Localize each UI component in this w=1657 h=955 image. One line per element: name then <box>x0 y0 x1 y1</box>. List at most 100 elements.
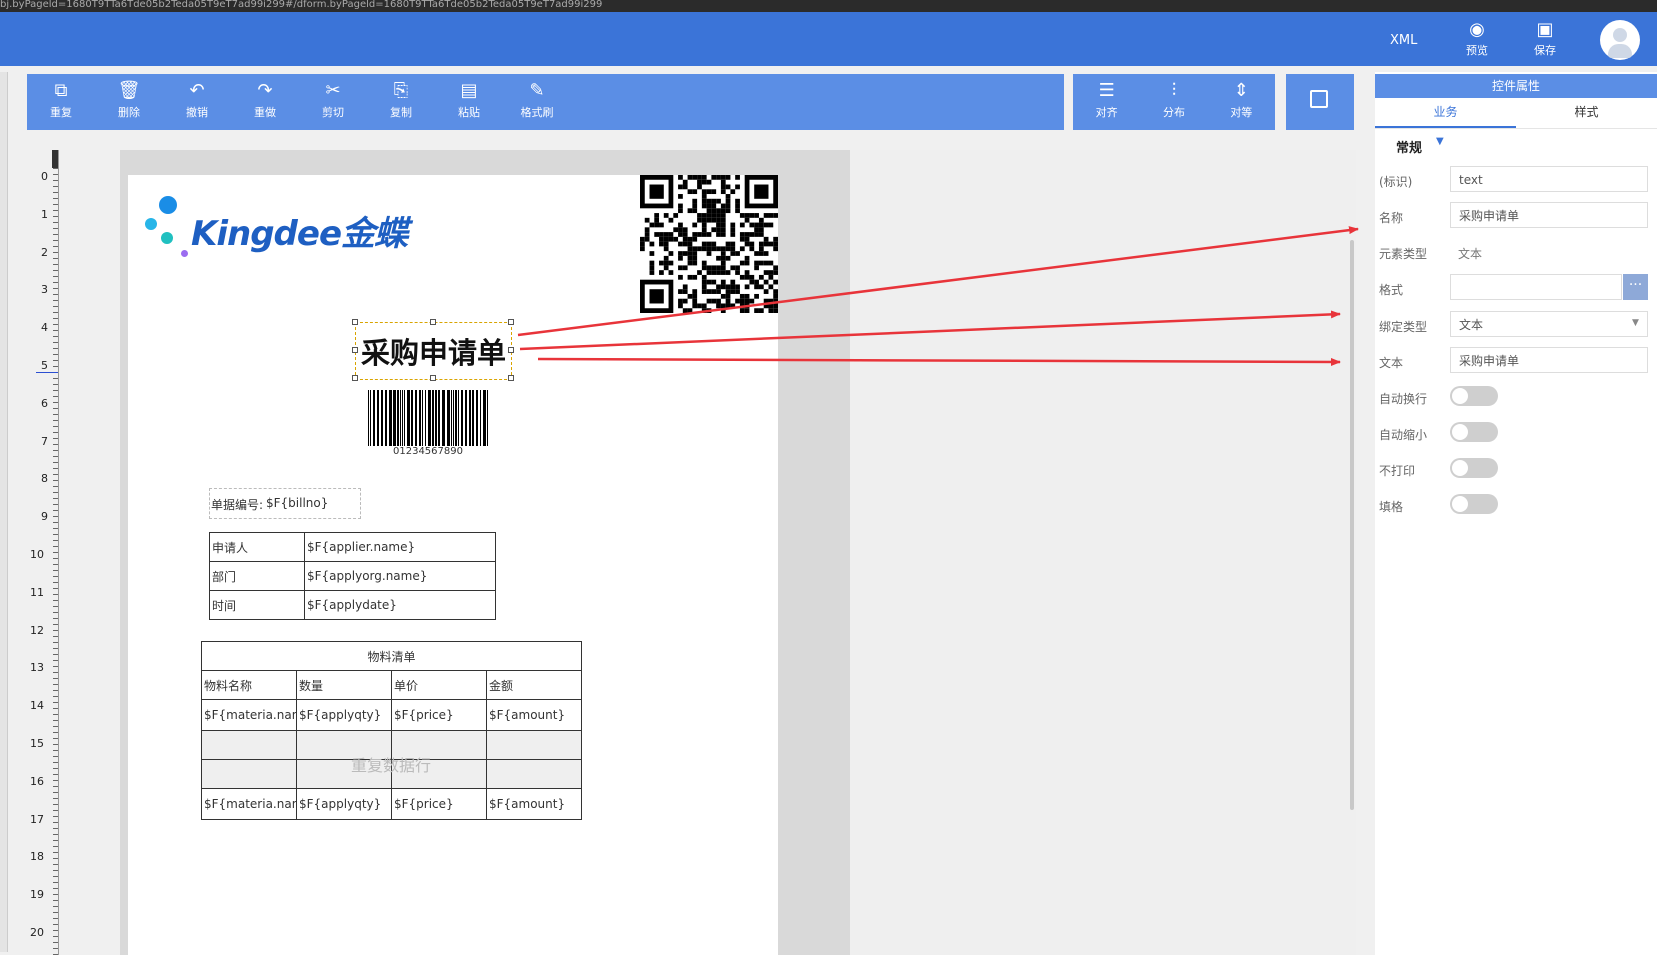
field-label: 绑定类型 <box>1379 320 1428 334</box>
qr-code[interactable] <box>640 175 778 313</box>
copy-button[interactable]: ⎘ 复制 <box>367 74 435 120</box>
format-input[interactable] <box>1450 274 1622 300</box>
table-cell[interactable]: 申请人 <box>209 532 305 562</box>
save-button[interactable]: ▣ 保存 <box>1518 20 1572 58</box>
table-cell[interactable]: $F{materia.name} <box>201 788 297 820</box>
table-cell[interactable]: $F{applier.name} <box>304 532 496 562</box>
material-table-title[interactable]: 物料清单 <box>200 641 583 671</box>
auto-wrap-toggle[interactable] <box>1450 386 1498 406</box>
table-row: $F{materia.name} $F{applyqty} $F{price} … <box>201 699 583 731</box>
ruler-number: 12 <box>30 623 44 637</box>
document-title[interactable]: 采购申请单 <box>355 330 512 372</box>
toggle-label: 填格 <box>1379 500 1404 514</box>
canvas-empty-area <box>850 150 1356 955</box>
column-header[interactable]: 金额 <box>485 670 583 700</box>
table-cell[interactable]: $F{applyqty} <box>296 699 392 731</box>
left-collapsed-sidebar[interactable] <box>0 72 8 952</box>
column-header[interactable]: 物料名称 <box>201 670 297 700</box>
table-cell[interactable]: $F{applyorg.name} <box>304 561 496 591</box>
resize-handle[interactable] <box>508 319 514 325</box>
cut-button[interactable]: ✂ 剪切 <box>299 74 367 120</box>
table-cell[interactable]: $F{price} <box>391 699 487 731</box>
text-input[interactable]: 采购申请单 <box>1450 347 1648 373</box>
copy-icon: ⎘ <box>393 80 409 101</box>
resize-handle[interactable] <box>352 347 358 353</box>
trash-icon: 🗑 <box>117 80 141 101</box>
table-cell[interactable]: $F{price} <box>391 788 487 820</box>
column-header[interactable]: 单价 <box>391 670 487 700</box>
resize-handle[interactable] <box>508 375 514 381</box>
chevron-down-icon[interactable]: ▼ <box>1632 318 1639 328</box>
table-cell[interactable]: $F{amount} <box>485 699 583 731</box>
distribute-button[interactable]: ⫶ 分布 <box>1140 74 1207 130</box>
align-button[interactable]: ☰ 对齐 <box>1073 74 1140 130</box>
format-brush-button[interactable]: ✎ 格式刷 <box>503 74 571 120</box>
table-cell[interactable]: $F{applyqty} <box>296 788 392 820</box>
logo-dot-teal <box>161 232 173 244</box>
ruler-number: 19 <box>30 888 44 902</box>
edit-toolbar-buttons: ⧉ 重复 🗑 删除 ↶ 撤销 ↷ 重做 ✂ 剪切 ⎘ 复制 ▤ 粘贴 ✎ 格式刷 <box>27 74 571 120</box>
ruler-marker <box>36 372 58 373</box>
kingdee-logo[interactable]: Kingdee金蝶 <box>143 196 408 257</box>
canvas-scrollbar[interactable] <box>1350 240 1354 810</box>
undo-label: 撤销 <box>186 106 208 119</box>
ruler-number: 20 <box>30 926 44 939</box>
bill-number-field[interactable]: $F{billno} <box>266 496 328 510</box>
tab-business[interactable]: 业务 <box>1375 98 1516 128</box>
save-label: 保存 <box>1534 44 1556 57</box>
undo-button[interactable]: ↶ 撤销 <box>163 74 231 120</box>
auto-shrink-toggle[interactable] <box>1450 422 1498 442</box>
fill-cell-toggle[interactable] <box>1450 494 1498 514</box>
resize-handle[interactable] <box>430 319 436 325</box>
equal-size-button[interactable]: ⇕ 对等 <box>1208 74 1275 130</box>
fullscreen-button[interactable] <box>1286 74 1354 130</box>
ruler-number: 18 <box>30 850 44 864</box>
url-text: bj.byPageld=1680T9TTa6Tde05b2Teda05T9eT7… <box>0 0 603 10</box>
paste-icon: ▤ <box>460 80 478 101</box>
table-cell[interactable]: 部门 <box>209 561 305 591</box>
id-input[interactable]: text <box>1450 166 1648 192</box>
paste-button[interactable]: ▤ 粘贴 <box>435 74 503 120</box>
more-icon: ··· <box>1628 277 1643 293</box>
no-print-toggle[interactable] <box>1450 458 1498 478</box>
distribute-label: 分布 <box>1162 106 1185 119</box>
resize-handle[interactable] <box>352 319 358 325</box>
copy-label: 复制 <box>390 106 412 119</box>
section-general[interactable]: 常规 <box>1396 137 1422 156</box>
format-brush-icon: ✎ <box>529 80 545 101</box>
duplicate-button[interactable]: ⧉ 重复 <box>27 74 95 120</box>
table-cell[interactable]: 时间 <box>209 590 305 620</box>
toggle-label: 自动缩小 <box>1379 428 1428 442</box>
preview-button[interactable]: ◉ 预览 <box>1450 20 1504 58</box>
field-label: 元素类型 <box>1379 247 1428 261</box>
delete-button[interactable]: 🗑 删除 <box>95 74 163 120</box>
field-label: 文本 <box>1379 356 1404 370</box>
delete-label: 删除 <box>118 106 140 119</box>
avatar[interactable] <box>1600 20 1640 60</box>
xml-button[interactable]: XML <box>1390 33 1417 48</box>
redo-button[interactable]: ↷ 重做 <box>231 74 299 120</box>
resize-handle[interactable] <box>352 375 358 381</box>
table-cell[interactable]: $F{amount} <box>485 788 583 820</box>
table-cell[interactable]: $F{applydate} <box>304 590 496 620</box>
table-row: 物料清单 <box>200 641 583 671</box>
toggle-label: 不打印 <box>1379 464 1416 478</box>
name-input[interactable]: 采购申请单 <box>1450 202 1648 228</box>
ruler-number: 5 <box>41 359 48 372</box>
column-header[interactable]: 数量 <box>296 670 392 700</box>
resize-handle[interactable] <box>430 375 436 381</box>
distribute-icon: ⫶ <box>1171 80 1177 101</box>
ruler-number: 6 <box>41 396 48 410</box>
table-cell[interactable]: $F{materia.name} <box>201 699 297 731</box>
redo-icon: ↷ <box>257 80 273 101</box>
bind-type-select[interactable]: 文本 <box>1450 311 1648 337</box>
ruler-number: 9 <box>41 510 48 524</box>
format-picker-button[interactable]: ··· <box>1623 274 1648 300</box>
preview-label: 预览 <box>1466 44 1488 57</box>
tab-style[interactable]: 样式 <box>1516 98 1657 126</box>
chevron-down-icon[interactable]: ▼ <box>1436 136 1444 147</box>
resize-handle[interactable] <box>508 347 514 353</box>
table-row: 部门 $F{applyorg.name} <box>209 561 496 591</box>
barcode[interactable] <box>366 390 490 446</box>
logo-text: Kingdee金蝶 <box>191 214 408 254</box>
